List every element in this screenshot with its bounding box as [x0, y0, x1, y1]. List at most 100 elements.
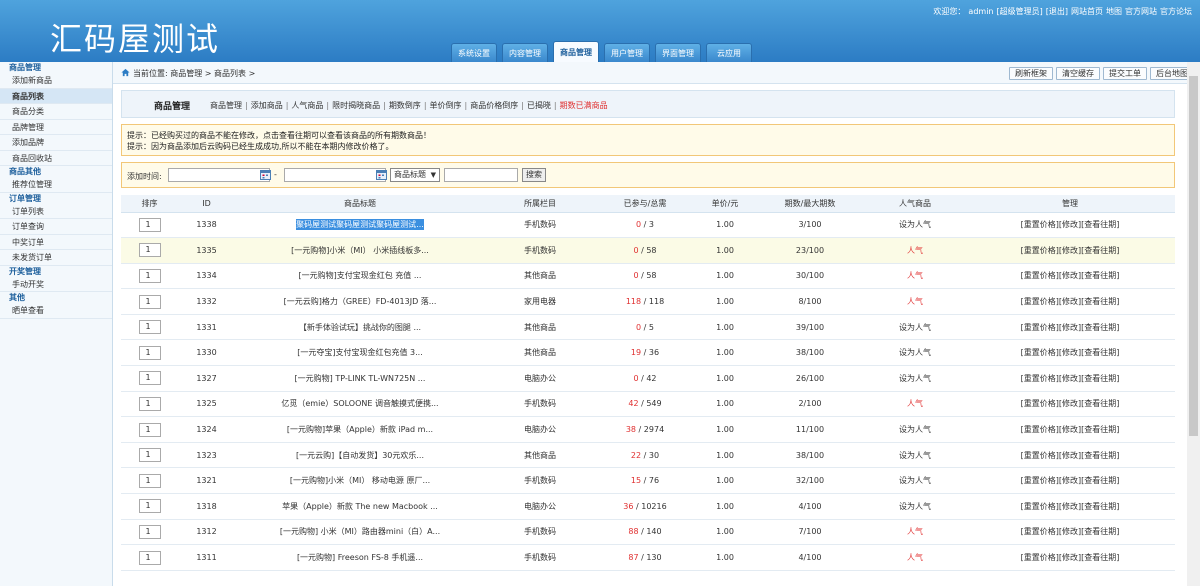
- panel-link[interactable]: 人气商品: [291, 101, 323, 110]
- top-link[interactable]: 网站首页: [1071, 7, 1103, 16]
- product-title-link[interactable]: 聚码屋测试聚码屋测试聚码屋测试...: [296, 219, 424, 231]
- search-button[interactable]: 搜索: [522, 168, 546, 182]
- action-link[interactable]: [重置价格]: [1021, 527, 1059, 536]
- product-title-link[interactable]: [一元购物] TP-LINK TL-WN725N ...: [295, 374, 426, 383]
- sidebar-item[interactable]: 晒单查看: [0, 303, 112, 319]
- action-link[interactable]: [修改]: [1059, 476, 1081, 485]
- hot-toggle-link[interactable]: 人气: [907, 553, 923, 562]
- product-title-link[interactable]: [一元购物]支付宝现金红包 充值 ...: [299, 271, 422, 280]
- panel-link[interactable]: 添加商品: [251, 101, 283, 110]
- panel-link[interactable]: 商品管理: [210, 101, 242, 110]
- action-link[interactable]: [修改]: [1059, 425, 1081, 434]
- action-link[interactable]: [查看往期]: [1081, 374, 1119, 383]
- sort-order-input[interactable]: 1: [138, 396, 161, 411]
- panel-link[interactable]: 期数已满商品: [560, 101, 608, 110]
- action-link[interactable]: [修改]: [1059, 297, 1081, 306]
- sidebar-item[interactable]: 推荐位管理: [0, 177, 112, 193]
- action-link[interactable]: [查看往期]: [1081, 553, 1119, 562]
- hot-toggle-link[interactable]: 设为人气: [899, 374, 931, 383]
- hot-toggle-link[interactable]: 设为人气: [899, 220, 931, 229]
- action-link[interactable]: [重置价格]: [1021, 246, 1059, 255]
- action-link[interactable]: [重置价格]: [1021, 451, 1059, 460]
- action-link[interactable]: [重置价格]: [1021, 399, 1059, 408]
- main-tab[interactable]: 用户管理: [604, 43, 650, 62]
- hot-toggle-link[interactable]: 设为人气: [899, 348, 931, 357]
- action-link[interactable]: [重置价格]: [1021, 374, 1059, 383]
- hot-toggle-link[interactable]: 设为人气: [899, 323, 931, 332]
- product-title-link[interactable]: [一元购物]小米（MI） 移动电源 原厂...: [290, 476, 430, 485]
- sort-order-input[interactable]: 1: [138, 243, 161, 258]
- sort-order-input[interactable]: 1: [138, 320, 161, 335]
- product-title-link[interactable]: [一元云购]【自动发货】30元欢乐...: [296, 451, 424, 460]
- action-link[interactable]: [查看往期]: [1081, 220, 1119, 229]
- sort-order-input[interactable]: 1: [138, 422, 161, 437]
- action-link[interactable]: [重置价格]: [1021, 502, 1059, 511]
- hot-toggle-link[interactable]: 设为人气: [899, 476, 931, 485]
- scroll-thumb[interactable]: [1189, 76, 1198, 436]
- tool-button[interactable]: 刷新框架: [1009, 67, 1053, 80]
- main-tab[interactable]: 内容管理: [502, 43, 548, 62]
- product-title-link[interactable]: 【新手体验试玩】挑战你的图腿 ...: [299, 323, 421, 332]
- sidebar-item[interactable]: 未发货订单: [0, 250, 112, 266]
- sort-order-input[interactable]: 1: [138, 499, 161, 514]
- sort-order-input[interactable]: 1: [138, 448, 161, 463]
- calendar-icon[interactable]: [376, 169, 387, 180]
- product-title-link[interactable]: [一元购物]小米（MI） 小米插线板多...: [291, 246, 429, 255]
- top-link[interactable]: [退出]: [1046, 7, 1068, 16]
- sidebar-item[interactable]: 添加品牌: [0, 135, 112, 151]
- sidebar-item[interactable]: 品牌管理: [0, 120, 112, 135]
- action-link[interactable]: [重置价格]: [1021, 425, 1059, 434]
- sidebar-item[interactable]: 订单查询: [0, 219, 112, 235]
- action-link[interactable]: [修改]: [1059, 348, 1081, 357]
- hot-toggle-link[interactable]: 人气: [907, 246, 923, 255]
- sidebar-item[interactable]: 中奖订单: [0, 235, 112, 250]
- product-title-link[interactable]: [一元购物] 小米（MI）路由器mini（白）A...: [280, 527, 440, 536]
- action-link[interactable]: [查看往期]: [1081, 425, 1119, 434]
- sort-order-input[interactable]: 1: [138, 294, 161, 309]
- action-link[interactable]: [修改]: [1059, 374, 1081, 383]
- sort-order-input[interactable]: 1: [138, 371, 161, 386]
- sidebar-item[interactable]: 商品回收站: [0, 151, 112, 166]
- product-title-link[interactable]: [一元云购]格力（GREE）FD-4013JD 落...: [284, 297, 437, 306]
- action-link[interactable]: [修改]: [1059, 399, 1081, 408]
- sort-order-input[interactable]: 1: [138, 268, 161, 283]
- action-link[interactable]: [修改]: [1059, 323, 1081, 332]
- sort-order-input[interactable]: 1: [138, 345, 161, 360]
- action-link[interactable]: [重置价格]: [1021, 323, 1059, 332]
- top-link[interactable]: 地图: [1106, 7, 1122, 16]
- action-link[interactable]: [修改]: [1059, 271, 1081, 280]
- panel-link[interactable]: 单价倒序: [430, 101, 462, 110]
- product-title-link[interactable]: [一元购物] Freeson FS-8 手机遥...: [297, 553, 423, 562]
- sidebar-item[interactable]: 商品列表: [0, 88, 112, 104]
- action-link[interactable]: [重置价格]: [1021, 553, 1059, 562]
- hot-toggle-link[interactable]: 设为人气: [899, 451, 931, 460]
- action-link[interactable]: [查看往期]: [1081, 246, 1119, 255]
- action-link[interactable]: [修改]: [1059, 451, 1081, 460]
- hot-toggle-link[interactable]: 人气: [907, 297, 923, 306]
- product-title-link[interactable]: 亿觅（emie）SOLOONE 调音触摸式便携...: [281, 399, 438, 408]
- action-link[interactable]: [查看往期]: [1081, 323, 1119, 332]
- action-link[interactable]: [重置价格]: [1021, 348, 1059, 357]
- action-link[interactable]: [查看往期]: [1081, 502, 1119, 511]
- action-link[interactable]: [修改]: [1059, 553, 1081, 562]
- action-link[interactable]: [修改]: [1059, 527, 1081, 536]
- action-link[interactable]: [修改]: [1059, 502, 1081, 511]
- action-link[interactable]: [修改]: [1059, 220, 1081, 229]
- tool-button[interactable]: 提交工单: [1103, 67, 1147, 80]
- panel-link[interactable]: 限时揭晓商品: [332, 101, 380, 110]
- action-link[interactable]: [查看往期]: [1081, 271, 1119, 280]
- hot-toggle-link[interactable]: 设为人气: [899, 502, 931, 511]
- sidebar-item[interactable]: 手动开奖: [0, 277, 112, 292]
- panel-link[interactable]: 期数倒序: [389, 101, 421, 110]
- main-tab[interactable]: 云应用: [706, 43, 752, 62]
- action-link[interactable]: [查看往期]: [1081, 399, 1119, 408]
- tool-button[interactable]: 清空缓存: [1056, 67, 1100, 80]
- action-link[interactable]: [重置价格]: [1021, 297, 1059, 306]
- panel-link[interactable]: 商品价格倒序: [470, 101, 518, 110]
- search-field-select[interactable]: 商品标题 ▼: [390, 168, 440, 182]
- hot-toggle-link[interactable]: 人气: [907, 271, 923, 280]
- sort-order-input[interactable]: 1: [138, 217, 161, 232]
- sidebar-item[interactable]: 订单列表: [0, 204, 112, 219]
- panel-link[interactable]: 已揭晓: [527, 101, 551, 110]
- product-title-link[interactable]: [一元夺宝]支付宝现金红包充值 3...: [297, 348, 423, 357]
